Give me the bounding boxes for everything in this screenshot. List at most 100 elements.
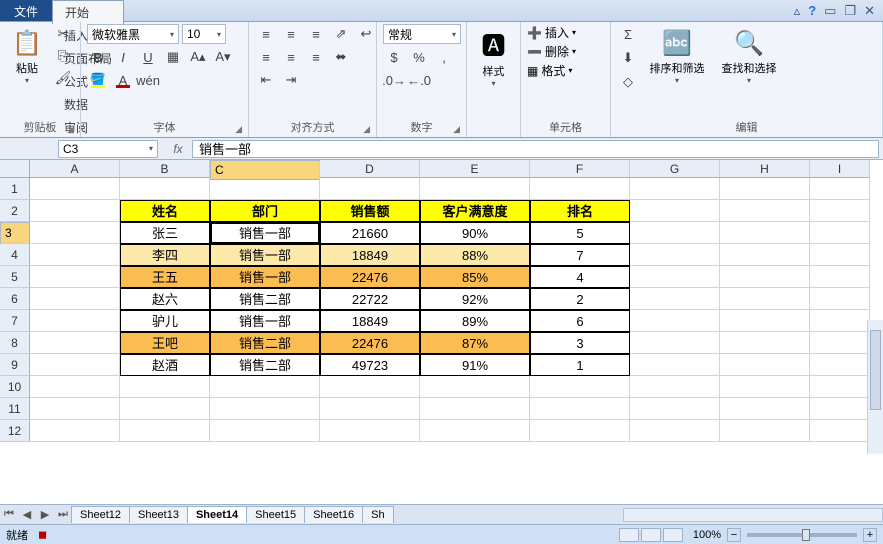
cell-H4[interactable]: [720, 244, 810, 266]
cell-B5[interactable]: 王五: [120, 266, 210, 288]
cell-C7[interactable]: 销售一部: [210, 310, 320, 332]
decrease-decimal-button[interactable]: ←.0: [408, 70, 430, 90]
cell-F1[interactable]: [530, 178, 630, 200]
cell-C1[interactable]: [210, 178, 320, 200]
wrap-text-button[interactable]: ↩: [355, 24, 377, 44]
cell-A11[interactable]: [30, 398, 120, 420]
cell-G6[interactable]: [630, 288, 720, 310]
cell-B3[interactable]: 张三: [120, 222, 210, 244]
cell-C5[interactable]: 销售一部: [210, 266, 320, 288]
cell-H10[interactable]: [720, 376, 810, 398]
cell-G2[interactable]: [630, 200, 720, 222]
cell-F5[interactable]: 4: [530, 266, 630, 288]
view-layout-button[interactable]: [641, 528, 661, 542]
cell-B2[interactable]: 姓名: [120, 200, 210, 222]
font-size-select[interactable]: 10▾: [182, 24, 226, 44]
cell-G11[interactable]: [630, 398, 720, 420]
col-header-G[interactable]: G: [630, 160, 720, 178]
decrease-indent-button[interactable]: ⇤: [255, 70, 277, 90]
insert-cells-button[interactable]: ➕插入▾: [527, 24, 576, 41]
row-header-4[interactable]: 4: [0, 244, 30, 266]
cell-E8[interactable]: 87%: [420, 332, 530, 354]
fill-button[interactable]: ⬇: [617, 48, 639, 68]
sheet-tab-Sheet15[interactable]: Sheet15: [246, 506, 305, 523]
sheet-tab-Sheet16[interactable]: Sheet16: [304, 506, 363, 523]
row-header-8[interactable]: 8: [0, 332, 30, 354]
number-launcher-icon[interactable]: ◢: [453, 124, 460, 135]
cell-F11[interactable]: [530, 398, 630, 420]
align-bottom-button[interactable]: ≡: [305, 24, 327, 44]
cell-D7[interactable]: 18849: [320, 310, 420, 332]
cell-E10[interactable]: [420, 376, 530, 398]
cell-H6[interactable]: [720, 288, 810, 310]
cell-G3[interactable]: [630, 222, 720, 244]
cell-A10[interactable]: [30, 376, 120, 398]
vertical-scrollbar[interactable]: [867, 320, 883, 454]
font-name-select[interactable]: 微软雅黑▾: [87, 24, 179, 44]
cell-E6[interactable]: 92%: [420, 288, 530, 310]
row-header-10[interactable]: 10: [0, 376, 30, 398]
cell-I3[interactable]: [810, 222, 870, 244]
cell-E4[interactable]: 88%: [420, 244, 530, 266]
cell-E7[interactable]: 89%: [420, 310, 530, 332]
align-right-button[interactable]: ≡: [305, 47, 327, 67]
align-top-button[interactable]: ≡: [255, 24, 277, 44]
phonetic-button[interactable]: wén: [137, 70, 159, 90]
sort-filter-button[interactable]: 🔤 排序和筛选 ▾: [643, 24, 711, 90]
cell-B11[interactable]: [120, 398, 210, 420]
sheet-nav-first[interactable]: ⏮: [0, 508, 18, 521]
cell-F10[interactable]: [530, 376, 630, 398]
cell-A7[interactable]: [30, 310, 120, 332]
row-header-3[interactable]: 3: [0, 222, 30, 244]
horizontal-scrollbar[interactable]: [623, 508, 883, 522]
cell-I1[interactable]: [810, 178, 870, 200]
cell-F9[interactable]: 1: [530, 354, 630, 376]
align-left-button[interactable]: ≡: [255, 47, 277, 67]
align-center-button[interactable]: ≡: [280, 47, 302, 67]
view-pagebreak-button[interactable]: [663, 528, 683, 542]
cell-G1[interactable]: [630, 178, 720, 200]
cell-I8[interactable]: [810, 332, 870, 354]
col-header-D[interactable]: D: [320, 160, 420, 178]
cell-G8[interactable]: [630, 332, 720, 354]
cell-C11[interactable]: [210, 398, 320, 420]
sheet-tab-Sheet12[interactable]: Sheet12: [71, 506, 130, 523]
cell-H3[interactable]: [720, 222, 810, 244]
cell-H5[interactable]: [720, 266, 810, 288]
cell-H7[interactable]: [720, 310, 810, 332]
autosum-button[interactable]: Σ: [617, 24, 639, 44]
cell-G7[interactable]: [630, 310, 720, 332]
col-header-B[interactable]: B: [120, 160, 210, 178]
comma-button[interactable]: ,: [433, 47, 455, 67]
cell-D8[interactable]: 22476: [320, 332, 420, 354]
col-header-C[interactable]: C: [210, 160, 320, 180]
zoom-out-button[interactable]: −: [727, 528, 741, 542]
copy-button[interactable]: ⎘: [52, 46, 74, 66]
cell-H11[interactable]: [720, 398, 810, 420]
align-middle-button[interactable]: ≡: [280, 24, 302, 44]
font-color-button[interactable]: A: [112, 70, 134, 90]
cell-H2[interactable]: [720, 200, 810, 222]
window-restore-icon[interactable]: ❐: [844, 3, 856, 19]
cell-C8[interactable]: 销售二部: [210, 332, 320, 354]
formula-input[interactable]: 销售一部: [192, 140, 879, 158]
cell-E2[interactable]: 客户满意度: [420, 200, 530, 222]
window-minimize-icon[interactable]: ▭: [824, 3, 836, 19]
cell-A1[interactable]: [30, 178, 120, 200]
view-normal-button[interactable]: [619, 528, 639, 542]
number-format-select[interactable]: 常规▾: [383, 24, 461, 44]
shrink-font-button[interactable]: A▾: [212, 47, 234, 67]
cell-I9[interactable]: [810, 354, 870, 376]
cell-E5[interactable]: 85%: [420, 266, 530, 288]
cell-E12[interactable]: [420, 420, 530, 442]
cell-C12[interactable]: [210, 420, 320, 442]
cell-A9[interactable]: [30, 354, 120, 376]
col-header-E[interactable]: E: [420, 160, 530, 178]
spreadsheet-grid[interactable]: ABCDEFGHI 123456789101112 姓名部门销售额客户满意度排名…: [0, 160, 883, 494]
percent-button[interactable]: %: [408, 47, 430, 67]
bold-button[interactable]: B: [87, 47, 109, 67]
row-header-12[interactable]: 12: [0, 420, 30, 442]
currency-button[interactable]: $: [383, 47, 405, 67]
cell-G5[interactable]: [630, 266, 720, 288]
cell-E1[interactable]: [420, 178, 530, 200]
